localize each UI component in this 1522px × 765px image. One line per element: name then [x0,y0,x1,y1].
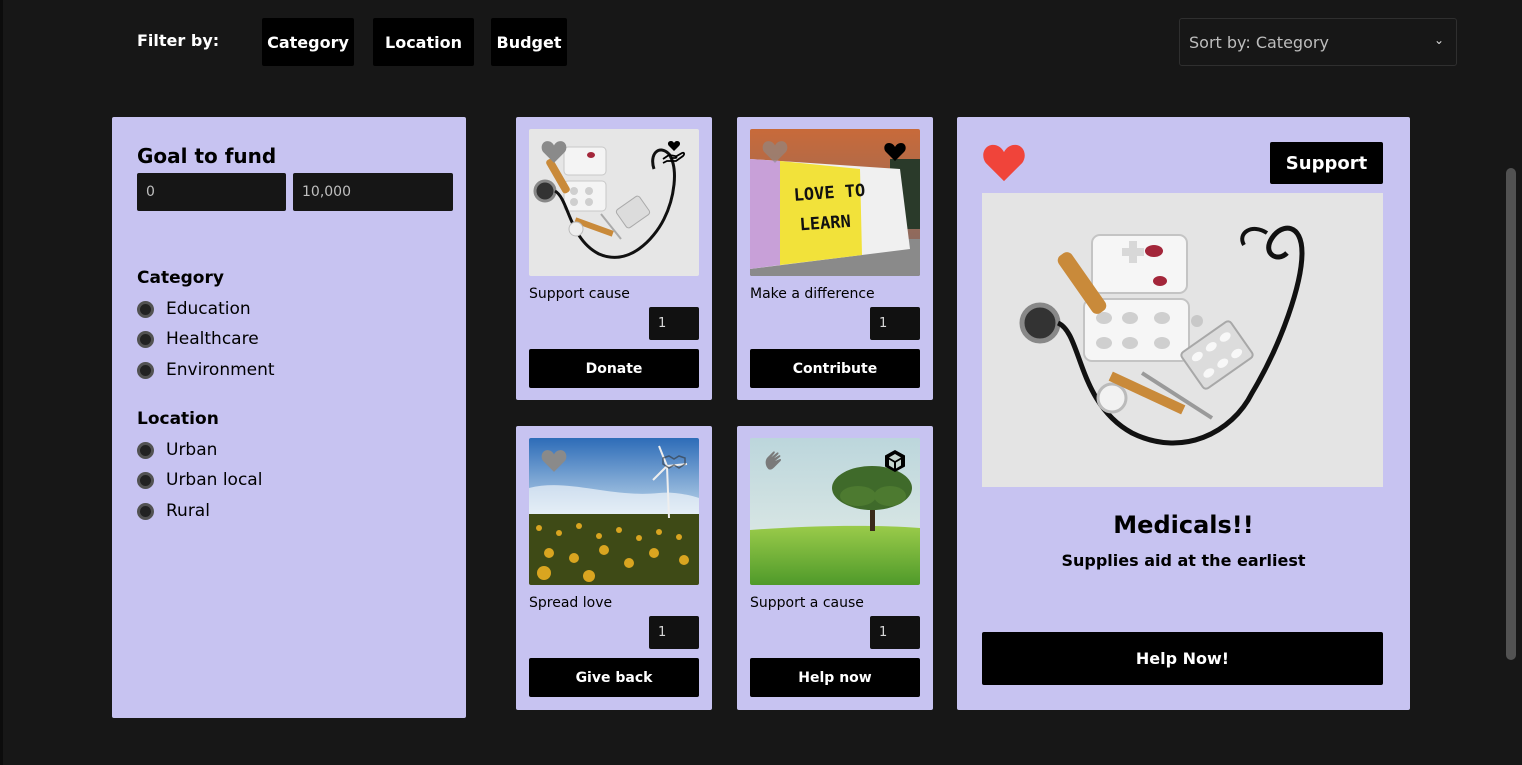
radio-rural[interactable]: Rural [137,501,210,521]
filter-sidebar: Goal to fund Category Education Healthca… [112,117,466,718]
radio-label: Urban [166,440,218,460]
quantity-input[interactable]: 1 [870,616,920,649]
donate-button[interactable]: Donate [529,349,699,388]
category-title: Category [137,268,224,288]
medical-supplies-photo [529,129,699,276]
help-now-button[interactable]: Help now [750,658,920,697]
cause-card: LOVE TO LEARN Make a difference 1 Contri… [737,117,933,400]
card-caption: Make a difference [750,286,875,302]
sort-select-label: Sort by: Category [1189,32,1329,52]
hand-wave-icon[interactable] [762,449,788,473]
medical-supplies-photo [982,193,1383,487]
location-title: Location [137,409,219,429]
radio-button[interactable] [137,471,154,489]
contribute-button[interactable]: Contribute [750,349,920,388]
favorite-heart-icon[interactable] [541,449,567,473]
quantity-input[interactable]: 1 [870,307,920,340]
help-now-button[interactable]: Help Now! [982,632,1383,685]
radio-button[interactable] [137,300,154,318]
goal-max-input[interactable] [293,173,453,211]
sort-select[interactable]: Sort by: Category ⌄ [1179,18,1457,66]
card-caption: Support cause [529,286,630,302]
filter-label: Filter by: [137,31,220,50]
give-back-button[interactable]: Give back [529,658,699,697]
scrollbar-thumb[interactable] [1506,168,1516,660]
svg-text:LEARN: LEARN [799,212,851,236]
quantity-input[interactable]: 1 [649,616,699,649]
radio-button[interactable] [137,330,154,348]
featured-cause-card: Support Medicals!! Supplies aid at the e… [957,117,1410,710]
featured-title: Medicals!! [1113,511,1254,539]
radio-label: Rural [166,501,210,521]
cause-card: Support cause 1 Donate [516,117,712,400]
quantity-input[interactable]: 1 [649,307,699,340]
radio-label: Healthcare [166,329,259,349]
sunflower-wind-turbine-photo [529,438,699,585]
favorite-heart-icon[interactable] [541,140,567,164]
goal-min-input[interactable] [137,173,286,211]
handshake-icon [662,455,686,469]
hand-heart-icon [662,141,685,164]
radio-button[interactable] [137,441,154,459]
radio-button[interactable] [137,361,154,379]
window-edge [0,0,3,765]
favorite-heart-icon[interactable] [981,143,1027,183]
filter-category-button[interactable]: Category [262,18,354,66]
radio-urban-local[interactable]: Urban local [137,470,262,490]
card-caption: Support a cause [750,595,864,611]
favorite-heart-icon[interactable] [762,140,788,164]
radio-label: Environment [166,360,275,380]
chevron-down-icon: ⌄ [1433,33,1444,47]
radio-label: Education [166,299,251,319]
featured-subtitle: Supplies aid at the earliest [1061,551,1306,570]
radio-environment[interactable]: Environment [137,360,275,380]
goal-title: Goal to fund [137,144,277,168]
radio-button[interactable] [137,502,154,520]
cause-card: Support a cause 1 Help now [737,426,933,710]
unity-logo-icon [885,450,905,472]
support-button[interactable]: Support [1270,142,1383,184]
tree-field-photo [750,438,920,585]
radio-healthcare[interactable]: Healthcare [137,329,259,349]
cause-card: Spread love 1 Give back [516,426,712,710]
radio-label: Urban local [166,470,263,490]
filter-budget-button[interactable]: Budget [491,18,567,66]
filter-location-button[interactable]: Location [373,18,474,66]
radio-education[interactable]: Education [137,299,251,319]
radio-urban[interactable]: Urban [137,440,217,460]
heart-icon [884,143,906,161]
love-to-learn-pencil-photo: LOVE TO LEARN [750,129,920,276]
card-caption: Spread love [529,595,613,611]
